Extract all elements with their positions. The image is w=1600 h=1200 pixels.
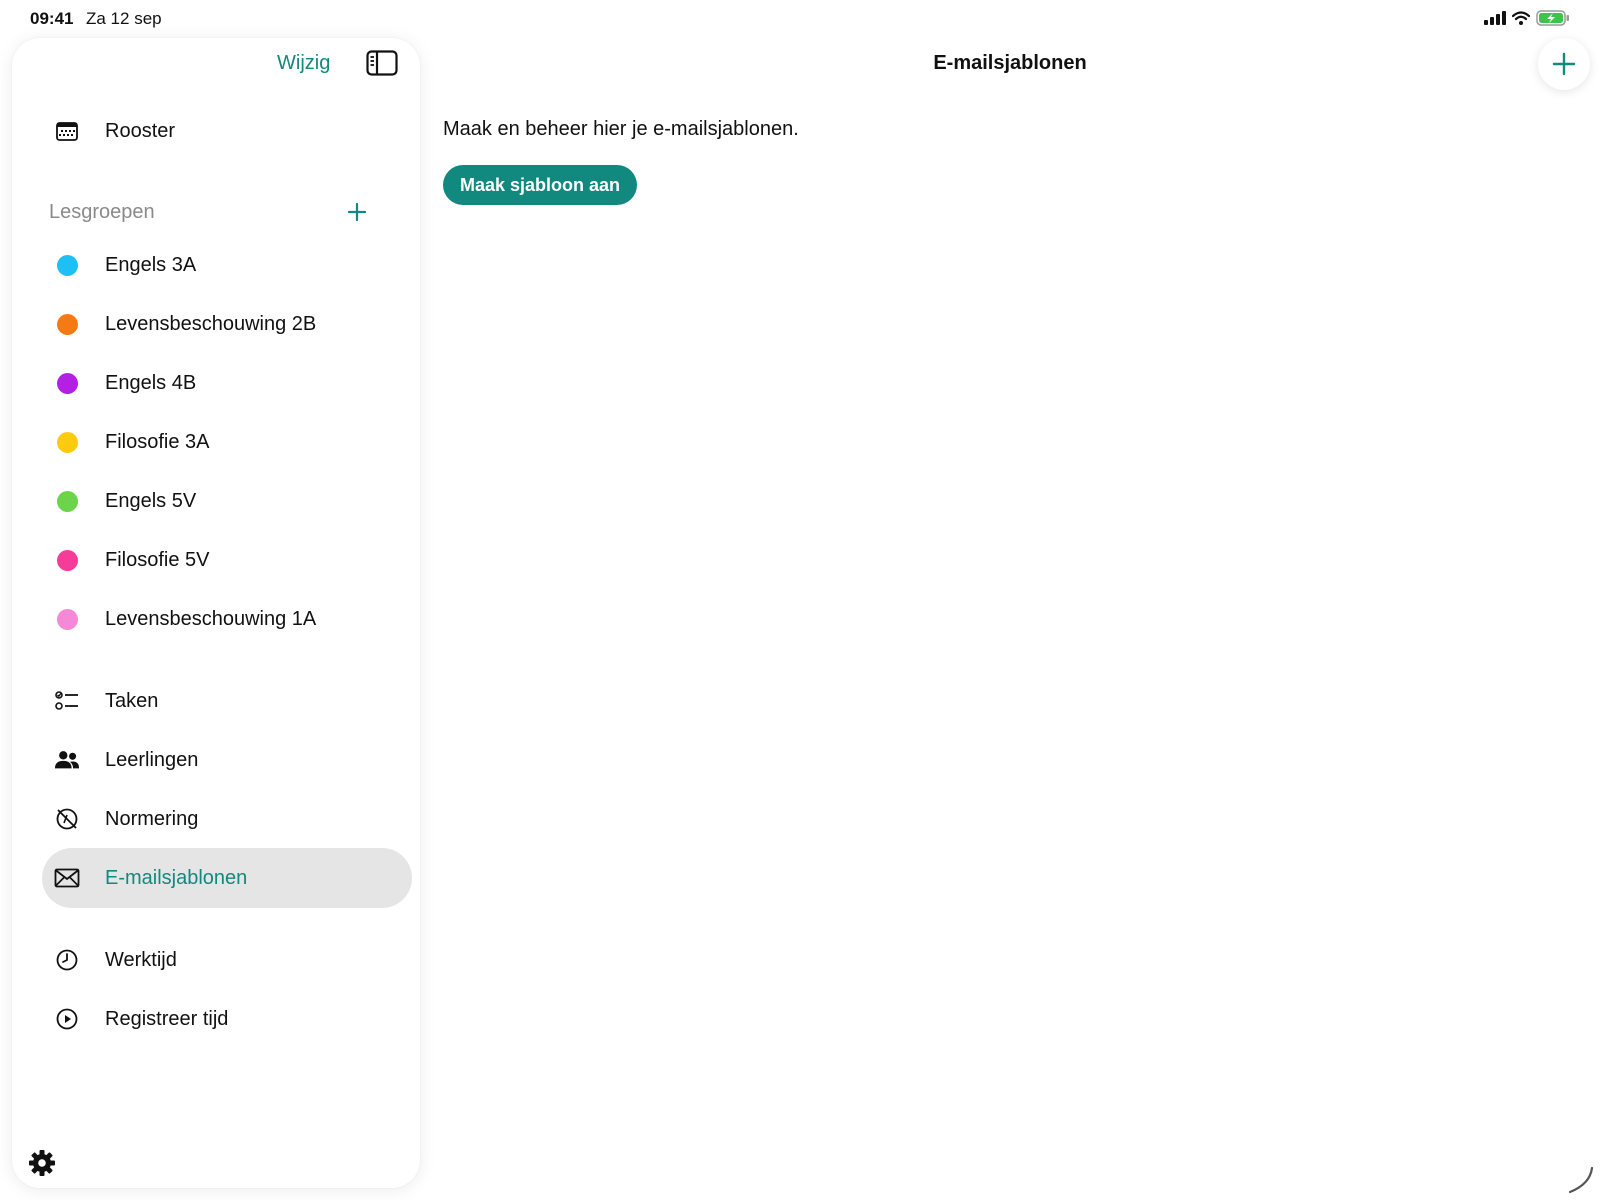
group-color-dot bbox=[54, 547, 80, 573]
plus-icon bbox=[1552, 52, 1576, 76]
status-date: Za 12 sep bbox=[86, 9, 162, 28]
sidebar-item-label: Levensbeschouwing 1A bbox=[105, 607, 317, 630]
page-title: E-mailsjablonen bbox=[933, 52, 1087, 74]
play-circle-icon bbox=[54, 1006, 80, 1032]
create-template-button[interactable]: Maak sjabloon aan bbox=[443, 165, 638, 205]
sidebar-item-rooster[interactable]: Rooster bbox=[42, 101, 412, 161]
status-bar: 09:41 Za 12 sep bbox=[0, 0, 1600, 36]
sidebar-item-label: Engels 4B bbox=[105, 371, 197, 394]
sidebar-item-label: Leerlingen bbox=[105, 748, 199, 771]
sidebar-item-werktijd[interactable]: Werktijd bbox=[42, 930, 412, 990]
sidebar-item-emailsjablonen[interactable]: E-mailsjablonen bbox=[42, 848, 412, 908]
sidebar-item-leerlingen[interactable]: Leerlingen bbox=[42, 730, 412, 790]
clock-icon bbox=[54, 947, 80, 973]
battery-charging-icon bbox=[1536, 10, 1569, 26]
group-color-dot bbox=[54, 606, 80, 632]
section-title: Lesgroepen bbox=[49, 201, 155, 223]
sidebar-item-group[interactable]: Levensbeschouwing 1A bbox=[42, 589, 412, 649]
checklist-icon bbox=[54, 688, 80, 714]
sidebar-item-label: Filosofie 3A bbox=[105, 430, 210, 453]
cellular-signal-icon bbox=[1484, 11, 1506, 25]
sidebar-item-group[interactable]: Filosofie 3A bbox=[42, 412, 412, 472]
resize-handle-icon[interactable] bbox=[1566, 1166, 1594, 1194]
sidebar-item-label: Werktijd bbox=[105, 948, 177, 971]
sidebar-item-group[interactable]: Levensbeschouwing 2B bbox=[42, 294, 412, 354]
sidebar-item-normering[interactable]: Normering bbox=[42, 789, 412, 849]
sidebar-item-label: Rooster bbox=[105, 119, 176, 142]
status-time: 09:41 bbox=[30, 9, 74, 28]
gear-icon[interactable] bbox=[27, 1148, 57, 1178]
sidebar-item-label: Levensbeschouwing 2B bbox=[105, 312, 317, 335]
sidebar: Wijzig Rooster Lesgroepen Engels 3A Leve… bbox=[12, 38, 420, 1188]
sidebar-item-label: Engels 3A bbox=[105, 253, 197, 276]
sidebar-item-label: E-mailsjablonen bbox=[105, 866, 248, 889]
people-icon bbox=[54, 747, 80, 773]
lesgroepen-section-header: Lesgroepen bbox=[49, 198, 389, 228]
sidebar-item-registreer-tijd[interactable]: Registreer tijd bbox=[42, 989, 412, 1049]
sidebar-item-label: Filosofie 5V bbox=[105, 548, 210, 571]
group-color-dot bbox=[54, 429, 80, 455]
add-template-button[interactable] bbox=[1538, 38, 1590, 90]
sidebar-item-taken[interactable]: Taken bbox=[42, 671, 412, 731]
sidebar-item-group[interactable]: Engels 4B bbox=[42, 353, 412, 413]
sidebar-toggle-icon[interactable] bbox=[366, 50, 398, 76]
calendar-icon bbox=[54, 118, 80, 144]
envelope-icon bbox=[54, 865, 80, 891]
edit-button[interactable]: Wijzig bbox=[277, 52, 330, 75]
sidebar-item-group[interactable]: Filosofie 5V bbox=[42, 530, 412, 590]
group-color-dot bbox=[54, 311, 80, 337]
rating-icon bbox=[54, 806, 80, 832]
sidebar-item-label: Taken bbox=[105, 689, 159, 712]
intro-text: Maak en beheer hier je e-mailsjablonen. bbox=[443, 118, 799, 140]
sidebar-item-group[interactable]: Engels 5V bbox=[42, 471, 412, 531]
group-color-dot bbox=[54, 252, 80, 278]
sidebar-item-label: Engels 5V bbox=[105, 489, 197, 512]
sidebar-item-label: Registreer tijd bbox=[105, 1007, 229, 1030]
add-group-icon[interactable] bbox=[345, 200, 369, 224]
sidebar-header: Wijzig bbox=[12, 38, 420, 88]
sidebar-item-label: Normering bbox=[105, 807, 199, 830]
wifi-icon bbox=[1512, 11, 1530, 25]
group-color-dot bbox=[54, 488, 80, 514]
sidebar-item-group[interactable]: Engels 3A bbox=[42, 235, 412, 295]
status-icons bbox=[1484, 10, 1570, 26]
group-color-dot bbox=[54, 370, 80, 396]
